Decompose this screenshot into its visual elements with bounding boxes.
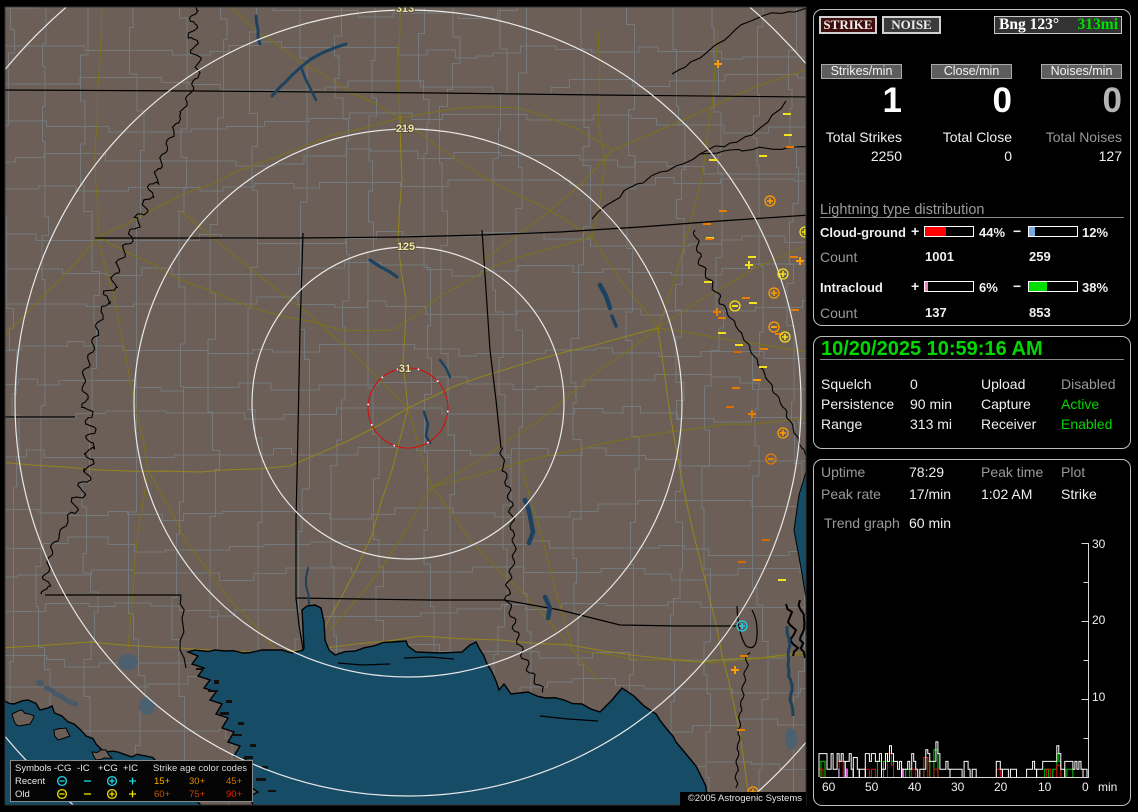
svg-text:219: 219 [396, 123, 414, 135]
svg-text:125: 125 [397, 241, 415, 253]
svg-text:31: 31 [399, 363, 411, 375]
svg-text:313: 313 [396, 3, 414, 15]
